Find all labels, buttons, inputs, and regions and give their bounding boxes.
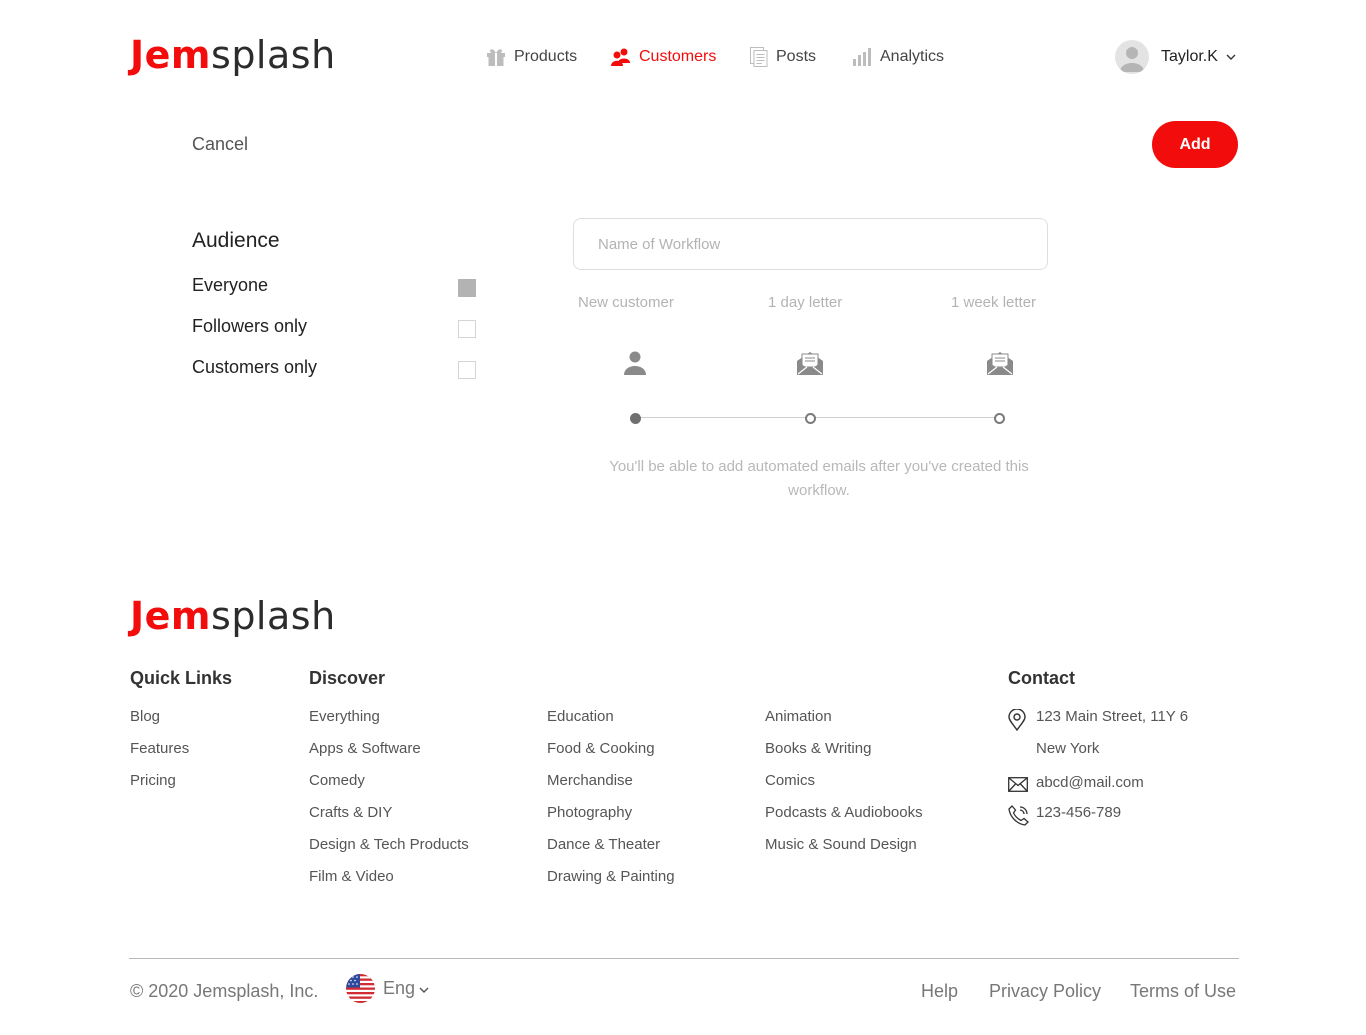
mail-icon [1008, 777, 1028, 792]
discover-link[interactable]: Podcasts & Audiobooks [765, 804, 923, 821]
users-icon [611, 48, 630, 66]
footer-logo[interactable]: Jemsplash [130, 597, 336, 635]
nav-products[interactable]: Products [486, 47, 577, 67]
open-envelope-icon [987, 352, 1013, 375]
discover-link[interactable]: Photography [547, 804, 632, 821]
footer-link-help[interactable]: Help [921, 981, 958, 1002]
discover-link[interactable]: Film & Video [309, 868, 394, 885]
discover-link[interactable]: Crafts & DIY [309, 804, 392, 821]
logo-bold-text: Jem [130, 594, 212, 638]
nav-label: Customers [639, 48, 717, 65]
chevron-down-icon [1226, 54, 1236, 60]
discover-link[interactable]: Apps & Software [309, 740, 421, 757]
logo[interactable]: Jemsplash [130, 36, 336, 74]
audience-option-followers: Followers only [192, 316, 308, 336]
customers-only-checkbox[interactable] [458, 361, 476, 379]
discover-link[interactable]: Dance & Theater [547, 836, 660, 853]
discover-link[interactable]: Food & Cooking [547, 740, 655, 757]
discover-link[interactable]: Animation [765, 708, 832, 725]
step-label-1-day: 1 day letter [768, 294, 843, 311]
person-icon [624, 351, 646, 375]
discover-title: Discover [309, 668, 386, 688]
discover-link[interactable]: Everything [309, 708, 380, 725]
add-button[interactable]: Add [1152, 121, 1238, 168]
nav-customers[interactable]: Customers [611, 47, 716, 67]
chevron-down-icon [419, 987, 429, 993]
followers-only-checkbox[interactable] [458, 320, 476, 338]
copyright: © 2020 Jemsplash, Inc. [130, 981, 319, 1001]
discover-link[interactable]: Books & Writing [765, 740, 871, 757]
nav-label: Products [514, 48, 578, 65]
step-dot-1-week [994, 413, 1005, 424]
contact-phone[interactable]: 123-456-789 [1036, 804, 1121, 821]
us-flag-icon [346, 974, 375, 1003]
quick-links-title: Quick Links [130, 668, 233, 688]
nav-analytics[interactable]: Analytics [852, 47, 944, 67]
nav-label: Posts [776, 48, 817, 65]
discover-link[interactable]: Music & Sound Design [765, 836, 917, 853]
discover-link[interactable]: Merchandise [547, 772, 633, 789]
discover-link[interactable]: Comics [765, 772, 815, 789]
bar-chart-icon [853, 48, 871, 66]
workflow-timeline-line [636, 417, 1000, 418]
audience-option-everyone: Everyone [192, 275, 269, 295]
step-label-1-week: 1 week letter [951, 294, 1037, 311]
audience-title: Audience [192, 229, 280, 252]
logo-light-text: splash [211, 594, 336, 638]
contact-title: Contact [1008, 668, 1075, 688]
nav-label: Analytics [880, 48, 945, 65]
location-pin-icon [1008, 709, 1026, 731]
user-menu[interactable]: Taylor.K [1115, 40, 1236, 74]
footer-link-features[interactable]: Features [130, 740, 189, 757]
contact-email[interactable]: abcd@mail.com [1036, 774, 1144, 791]
language-label: Eng [383, 978, 416, 998]
discover-link[interactable]: Design & Tech Products [309, 836, 469, 853]
everyone-checkbox[interactable] [458, 279, 476, 297]
discover-link[interactable]: Drawing & Painting [547, 868, 675, 885]
language-selector[interactable]: Eng [346, 974, 429, 1003]
user-avatar-icon [1115, 40, 1149, 74]
step-label-new-customer: New customer [578, 294, 674, 311]
workflow-note: You'll be able to add automated emails a… [609, 458, 1029, 499]
footer-link-blog[interactable]: Blog [130, 708, 160, 725]
phone-icon [1008, 805, 1029, 826]
documents-icon [750, 47, 768, 67]
footer-link-pricing[interactable]: Pricing [130, 772, 176, 789]
gift-icon [487, 49, 505, 66]
contact-address-line1: 123 Main Street, 11Y 6 [1036, 708, 1189, 725]
step-dot-new-customer [630, 413, 641, 424]
audience-option-customers: Customers only [192, 357, 318, 377]
footer-link-privacy-policy[interactable]: Privacy Policy [989, 981, 1101, 1002]
discover-link[interactable]: Comedy [309, 772, 365, 789]
step-dot-1-day [805, 413, 816, 424]
contact-address-line2: New York [1036, 740, 1100, 757]
logo-light-text: splash [211, 33, 336, 77]
open-envelope-icon [797, 352, 823, 375]
footer-divider [129, 958, 1239, 959]
logo-bold-text: Jem [130, 33, 212, 77]
nav-posts[interactable]: Posts [750, 47, 816, 67]
workflow-name-input[interactable] [573, 218, 1048, 270]
cancel-button[interactable]: Cancel [192, 134, 248, 155]
footer-link-terms-of-use[interactable]: Terms of Use [1130, 981, 1236, 1002]
discover-link[interactable]: Education [547, 708, 614, 725]
user-name: Taylor.K [1161, 48, 1218, 65]
